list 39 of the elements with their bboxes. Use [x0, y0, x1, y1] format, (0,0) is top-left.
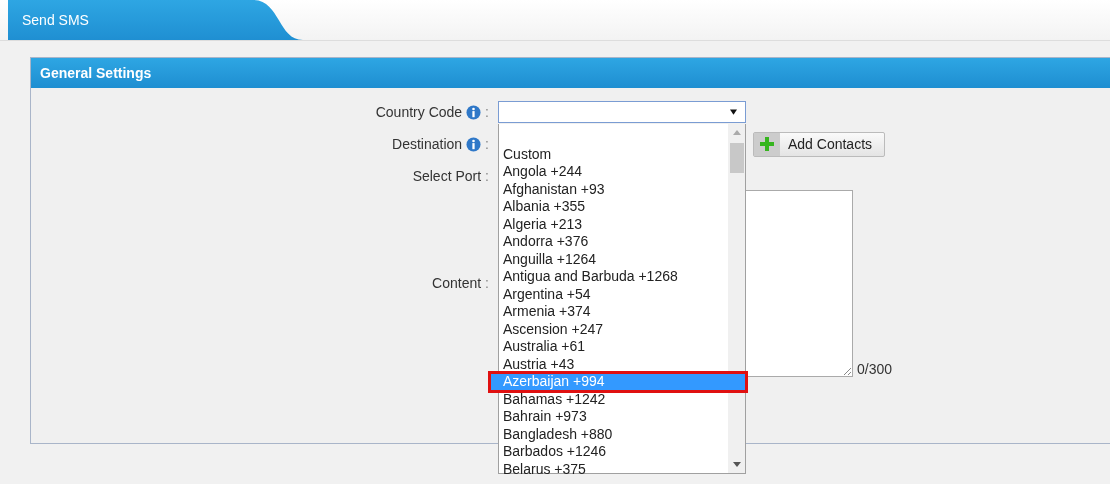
- country-option[interactable]: Bahrain +973: [499, 408, 728, 426]
- country-option[interactable]: Australia +61: [499, 338, 728, 356]
- field-label: Select Port: [412, 168, 482, 184]
- label-colon: :: [485, 168, 489, 184]
- info-icon[interactable]: [466, 136, 482, 152]
- country-option[interactable]: Antigua and Barbuda +1268: [499, 268, 728, 286]
- country-option[interactable]: Barbados +1246: [499, 443, 728, 461]
- add-contacts-button[interactable]: Add Contacts: [753, 131, 885, 157]
- scroll-down-icon[interactable]: [732, 462, 741, 467]
- field-label: Content: [432, 275, 482, 291]
- resize-grip-icon: [843, 366, 851, 375]
- scroll-up-icon[interactable]: [732, 130, 741, 135]
- plus-icon: [759, 136, 775, 152]
- country-option[interactable]: Custom: [499, 145, 728, 163]
- country-option[interactable]: Afghanistan +93: [499, 180, 728, 198]
- label-colon: :: [485, 275, 489, 291]
- country-code-select[interactable]: [498, 101, 746, 123]
- country-option[interactable]: Austria +43: [499, 355, 728, 373]
- country-option[interactable]: Anguilla +1264: [499, 250, 728, 268]
- country-option[interactable]: Angola +244: [499, 163, 728, 181]
- label-colon: :: [485, 104, 489, 120]
- country-option[interactable]: Albania +355: [499, 198, 728, 216]
- country-option[interactable]: Ascension +247: [499, 320, 728, 338]
- info-icon[interactable]: [466, 104, 482, 120]
- scrollbar-thumb[interactable]: [729, 143, 744, 173]
- field-label: Destination: [392, 136, 463, 152]
- country-option[interactable]: Argentina +54: [499, 285, 728, 303]
- caret-icon: [730, 109, 737, 115]
- character-counter: 0/300: [857, 360, 893, 377]
- country-option[interactable]: Andorra +376: [499, 233, 728, 251]
- country-option[interactable]: Algeria +213: [499, 215, 728, 233]
- country-option[interactable]: Belarus +375: [499, 460, 728, 478]
- field-label: Country Code: [375, 104, 463, 120]
- country-option[interactable]: Armenia +374: [499, 303, 728, 321]
- country-option[interactable]: Bahamas +1242: [499, 390, 728, 408]
- country-option[interactable]: Bangladesh +880: [499, 425, 728, 443]
- panel-title: General Settings: [40, 65, 152, 81]
- label-colon: :: [485, 136, 489, 152]
- scrollbar[interactable]: [728, 124, 745, 473]
